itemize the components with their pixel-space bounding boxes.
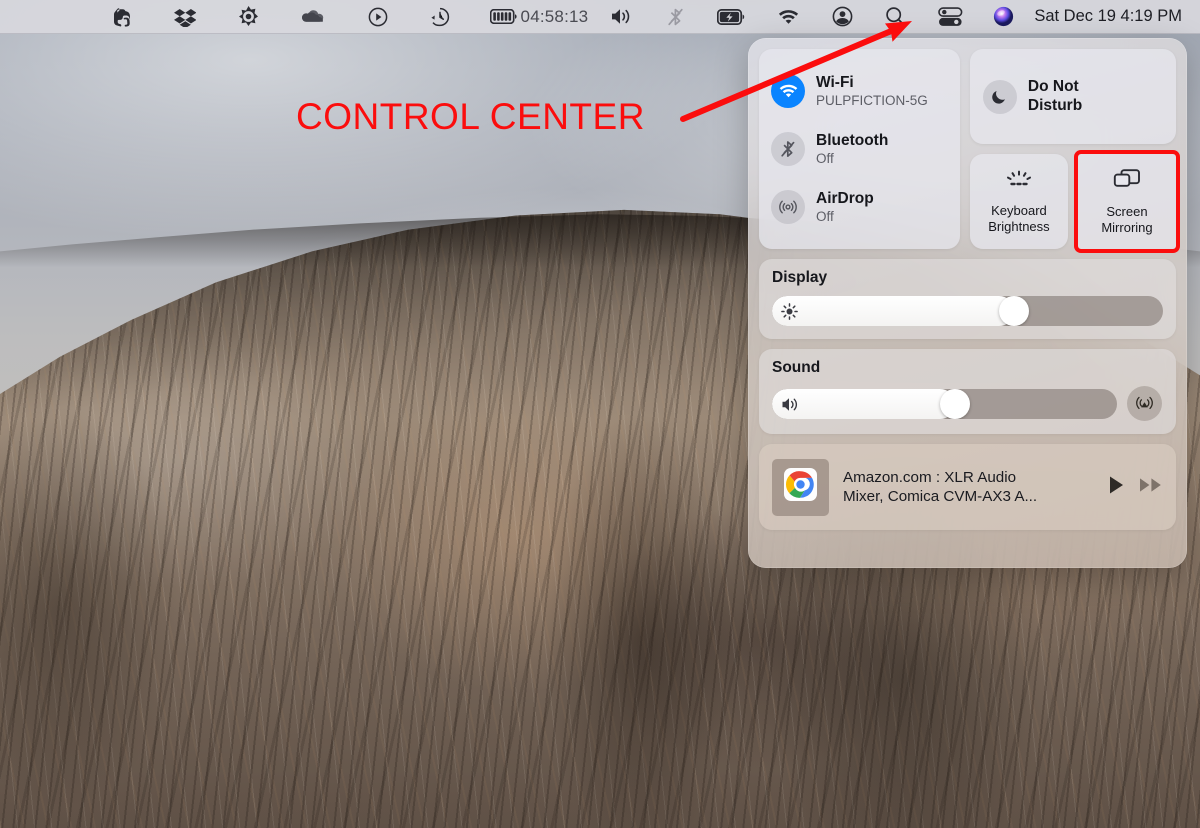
wifi-title: Wi-Fi [816, 73, 854, 91]
sound-card: Sound [759, 349, 1176, 434]
connectivity-card: Wi-Fi PULPFICTION-5G Bluetooth Off AirDr… [759, 49, 960, 249]
chrome-icon [784, 468, 817, 506]
siri-icon[interactable] [985, 0, 1022, 34]
bluetooth-toggle[interactable]: Bluetooth Off [771, 132, 948, 166]
keyboard-brightness-icon [1004, 169, 1034, 196]
wifi-icon[interactable] [767, 0, 810, 34]
keyboard-brightness-button[interactable]: Keyboard Brightness [969, 154, 1068, 249]
menubar-clock[interactable]: Sat Dec 19 4:19 PM [1022, 7, 1186, 26]
moon-icon [982, 79, 1017, 114]
airdrop-title: AirDrop [816, 189, 874, 207]
battery-charging-icon[interactable] [707, 0, 755, 34]
now-playing-card[interactable]: Amazon.com : XLR Audio Mixer, Comica CVM… [759, 444, 1176, 530]
control-center-panel: Wi-Fi PULPFICTION-5G Bluetooth Off AirDr… [748, 38, 1187, 568]
user-account-icon[interactable] [822, 0, 863, 34]
avast-icon[interactable] [228, 0, 269, 34]
sound-title: Sound [772, 359, 821, 376]
menu-bar: 04:58:13 Sat Dec 19 4:19 PM [0, 0, 1200, 34]
display-slider-fill [772, 296, 1015, 326]
display-slider-knob[interactable] [999, 296, 1030, 326]
display-slider[interactable] [772, 296, 1163, 326]
dropbox-icon[interactable] [164, 0, 206, 34]
fast-forward-icon[interactable] [1139, 477, 1163, 498]
control-center-tiles: Keyboard Brightness Screen Mirroring [969, 150, 1181, 253]
battery-timer-label: 04:58:13 [520, 6, 589, 26]
display-slider-wrap [772, 296, 1163, 326]
sound-slider-knob[interactable] [939, 388, 970, 419]
bluetooth-off-icon [771, 132, 805, 166]
media-title-line-2: Mixer, Comica CVM-AX3 A... [843, 488, 1038, 505]
do-not-disturb-button[interactable]: Do Not Disturb [969, 49, 1176, 144]
airdrop-state: Off [816, 208, 834, 224]
sound-slider[interactable] [772, 388, 1117, 419]
dnd-line-2: Disturb [1027, 96, 1083, 114]
bluetooth-off-icon[interactable] [656, 0, 695, 34]
do-not-disturb-label: Do Not Disturb [1028, 78, 1082, 115]
media-artwork [772, 458, 829, 516]
brightness-icon [781, 303, 798, 325]
screen-mirroring-button[interactable]: Screen Mirroring [1073, 150, 1181, 253]
battery-timer-icon[interactable] [480, 0, 519, 34]
wifi-network-name: PULPFICTION-5G [816, 92, 928, 108]
display-title: Display [772, 269, 828, 286]
media-controls [1108, 475, 1163, 500]
bluetooth-title: Bluetooth [816, 131, 889, 149]
time-machine-icon[interactable] [420, 0, 460, 34]
dnd-line-1: Do Not [1027, 78, 1079, 96]
onedrive-icon[interactable] [291, 0, 336, 34]
play-circle-icon[interactable] [358, 0, 398, 34]
sm-line-1: Screen [1106, 204, 1148, 220]
screen-mirroring-icon [1112, 168, 1142, 197]
sound-airplay-button[interactable] [1127, 386, 1162, 421]
airdrop-toggle[interactable]: AirDrop Off [771, 190, 948, 224]
search-icon[interactable] [875, 0, 916, 34]
kb-line-1: Keyboard [991, 203, 1047, 219]
bluetooth-state: Off [816, 150, 834, 166]
volume-icon[interactable] [600, 0, 644, 34]
kb-line-2: Brightness [988, 218, 1050, 234]
wifi-toggle[interactable]: Wi-Fi PULPFICTION-5G [771, 74, 948, 108]
screen-mirroring-label: Screen Mirroring [1101, 204, 1152, 234]
control-center-icon[interactable] [928, 0, 973, 34]
play-icon[interactable] [1108, 475, 1125, 500]
control-center-right-column: Do Not Disturb Keyboard Brightness Scree… [969, 49, 1181, 253]
display-card: Display [759, 259, 1176, 339]
keyboard-brightness-label: Keyboard Brightness [988, 203, 1049, 233]
control-center-top-row: Wi-Fi PULPFICTION-5G Bluetooth Off AirDr… [759, 49, 1181, 253]
airdrop-icon [771, 190, 805, 224]
wifi-icon [771, 74, 805, 108]
evernote-icon[interactable] [103, 0, 142, 34]
sm-line-2: Mirroring [1101, 219, 1153, 235]
sound-slider-wrap [772, 386, 1163, 421]
speaker-icon [781, 396, 801, 418]
media-title-line-1: Amazon.com : XLR Audio [843, 468, 1017, 486]
media-title: Amazon.com : XLR Audio Mixer, Comica CVM… [843, 468, 1094, 507]
